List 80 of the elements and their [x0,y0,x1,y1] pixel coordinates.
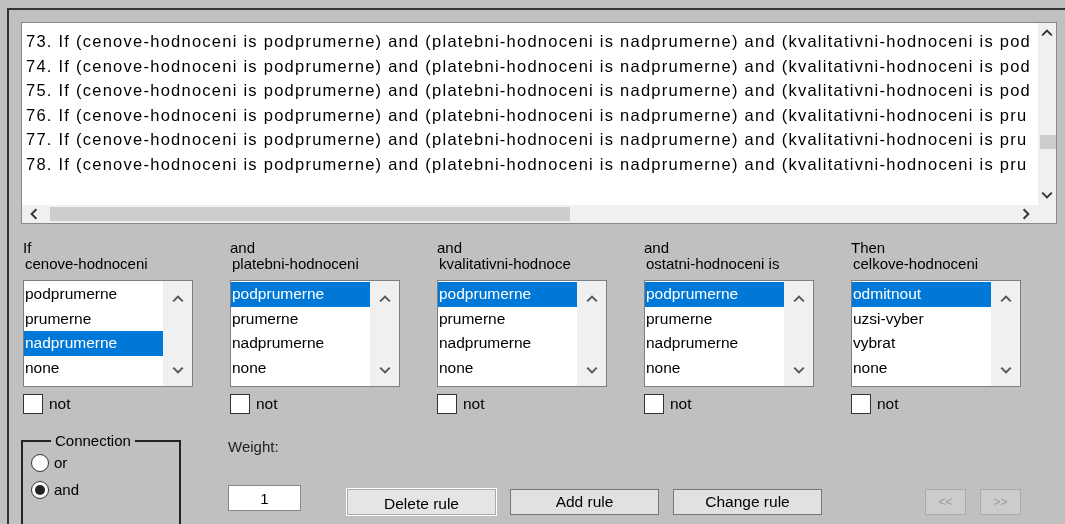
term-listbox[interactable]: podprumerne prumerne nadprumerne none [230,280,400,387]
scroll-up-icon[interactable] [585,293,598,305]
term-option[interactable]: prumerne [231,306,370,331]
variable-prefix: If [23,240,33,256]
scroll-down-icon[interactable] [999,364,1012,376]
term-listbox[interactable]: odmitnout uzsi-vyber vybrat none [851,280,1021,387]
scroll-thumb[interactable] [50,207,570,221]
rule-line[interactable]: 77. If (cenove-hodnoceni is podprumerne) and (platebni-hodnoceni is nadprumerne) and (kvalitativni-hodnoceni is pru [26,127,1028,152]
rule-list[interactable] [21,22,1057,224]
group-title: Connection [54,432,132,449]
scroll-down-icon[interactable] [792,364,805,376]
term-option[interactable]: odmitnout [852,282,991,307]
scroll-left-icon[interactable] [28,208,40,220]
not-checkbox[interactable] [851,394,871,414]
not-checkbox[interactable] [230,394,250,414]
term-option[interactable]: none [852,355,991,380]
rule-line[interactable]: 73. If (cenove-hodnoceni is podprumerne) and (platebni-hodnoceni is nadprumerne) and (kvalitativni-hodnoceni is pod [26,29,1032,54]
scroll-thumb[interactable] [1040,135,1056,149]
term-option[interactable]: prumerne [438,306,577,331]
scroll-right-icon[interactable] [1020,208,1032,220]
radio-button[interactable] [31,480,49,499]
scroll-up-icon[interactable] [792,293,805,305]
term-option[interactable]: nadprumerne [24,331,163,356]
term-option[interactable]: vybrat [852,331,991,356]
scroll-up-icon[interactable] [378,293,391,305]
rule-line[interactable]: 75. If (cenove-hodnoceni is podprumerne) and (platebni-hodnoceni is nadprumerne) and (kvalitativni-hodnoceni is pod [26,78,1032,103]
not-checkbox[interactable] [23,394,43,414]
radio-label: or [54,454,68,471]
not-label: not [670,395,692,413]
not-label: not [49,395,71,413]
variable-prefix: and [437,240,464,256]
variable-prefix: and [644,240,671,256]
not-label: not [256,395,278,413]
weight-field[interactable]: 1 [228,485,301,511]
term-option[interactable]: none [645,355,784,380]
term-option[interactable]: nadprumerne [438,331,577,356]
scroll-up-icon[interactable] [171,293,184,305]
term-option[interactable]: podprumerne [645,282,784,307]
scroll-down-icon[interactable] [585,364,598,376]
term-option[interactable]: podprumerne [438,282,577,307]
term-option[interactable]: nadprumerne [645,331,784,356]
rule-line[interactable]: 76. If (cenove-hodnoceni is podprumerne) and (platebni-hodnoceni is nadprumerne) and (kvalitativni-hodnoceni is pru [26,102,1028,128]
not-checkbox[interactable] [437,394,457,414]
term-listbox[interactable]: podprumerne prumerne nadprumerne none [437,280,607,387]
rule-button[interactable]: Add rule [510,489,659,515]
radio-label: and [54,481,80,498]
horizontal-scrollbar[interactable] [22,205,1038,223]
weight-label: Weight: [228,438,280,455]
term-option[interactable]: none [24,355,163,380]
scroll-down-icon[interactable] [171,364,184,376]
variable-prefix: and [230,240,257,256]
variable-prefix: Then [851,240,887,256]
term-option[interactable]: podprumerne [231,282,370,307]
term-listbox[interactable]: podprumerne prumerne nadprumerne none [644,280,814,387]
rule-line[interactable]: 74. If (cenove-hodnoceni is podprumerne) and (platebni-hodnoceni is nadprumerne) and (kvalitativni-hodnoceni is pod [26,53,1032,79]
term-option[interactable]: prumerne [24,306,163,331]
term-listbox[interactable]: podprumerne prumerne nadprumerne none [23,280,193,387]
term-option[interactable]: nadprumerne [231,331,370,356]
variable-name: platebni-hodnoceni [231,256,360,272]
scroll-down-icon[interactable] [378,364,391,376]
variable-name: kvalitativni-hodnoce [438,256,572,272]
not-label: not [463,395,485,413]
term-option[interactable]: none [438,355,577,380]
scroll-down-icon[interactable] [1041,189,1053,201]
rule-button[interactable]: Delete rule [347,489,496,515]
radio-button[interactable] [31,453,49,472]
variable-name: cenove-hodnoceni [24,256,149,272]
term-option[interactable]: none [231,355,370,380]
not-checkbox[interactable] [644,394,664,414]
rule-button[interactable]: Change rule [673,489,822,515]
variable-name: celkove-hodnoceni [852,256,980,272]
rule-line[interactable]: 78. If (cenove-hodnoceni is podprumerne) and (platebni-hodnoceni is nadprumerne) and (kvalitativni-hodnoceni is pru [26,151,1028,177]
scroll-up-icon[interactable] [999,293,1012,305]
vertical-scrollbar[interactable] [1038,23,1056,205]
scroll-up-icon[interactable] [1041,27,1053,39]
term-option[interactable]: prumerne [645,306,784,331]
term-option[interactable]: podprumerne [24,282,163,307]
variable-name: ostatni-hodnoceni is [645,256,781,272]
not-label: not [877,395,899,413]
term-option[interactable]: uzsi-vyber [852,306,991,331]
